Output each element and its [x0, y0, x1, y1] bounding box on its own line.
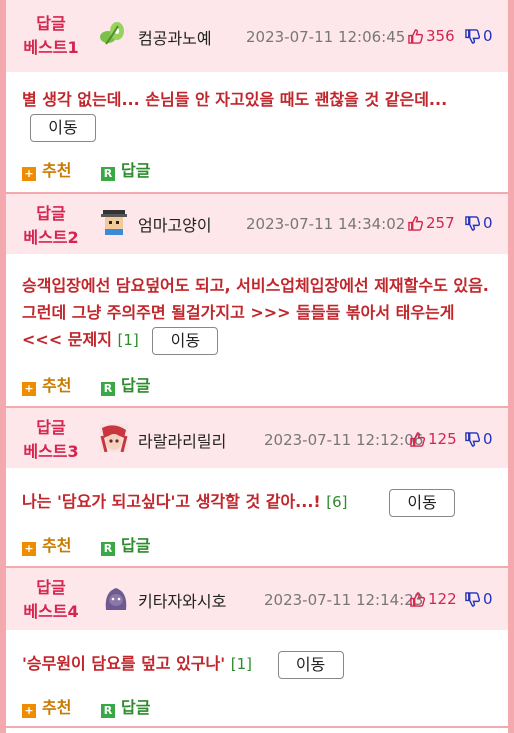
- thumbs-up-icon: [408, 216, 423, 231]
- comment-actions: + 추천 R 답글: [22, 157, 150, 181]
- upvote-count: 356: [426, 27, 455, 45]
- plus-icon: +: [22, 382, 36, 396]
- move-button[interactable]: 이동: [30, 113, 96, 142]
- nickname[interactable]: 키타자와시호: [138, 588, 226, 612]
- timestamp: 2023-07-11 14:34:02: [246, 215, 406, 233]
- downvote-button[interactable]: 0: [465, 214, 493, 232]
- thumbs-down-icon: [465, 592, 480, 607]
- comment-body: '승무원이 담요를 덮고 있구나' [1] 이동: [22, 650, 498, 679]
- timestamp: 2023-07-11 12:06:45: [246, 28, 406, 46]
- upvote-count: 125: [428, 430, 457, 448]
- thumbs-down-icon: [465, 29, 480, 44]
- downvote-count: 0: [483, 214, 493, 232]
- downvote-button[interactable]: 0: [465, 27, 493, 45]
- best-label: 답글 베스트1: [23, 14, 79, 57]
- card-divider: [6, 726, 508, 728]
- best-comment-card: 답글 베스트3 라랄라리릴리 2023-07-11 12:12:06 125 0…: [6, 408, 508, 566]
- best-comment-card: 답글 베스트4 키타자와시호 2023-07-11 12:14:23 122 0…: [6, 568, 508, 726]
- reply-button[interactable]: R 답글: [101, 536, 150, 556]
- reply-button[interactable]: R 답글: [101, 161, 150, 181]
- reply-r-icon: R: [101, 704, 116, 718]
- recommend-button[interactable]: + 추천: [22, 536, 71, 556]
- downvote-count: 0: [483, 430, 493, 448]
- comment-header: 답글 베스트2 엄마고양이 2023-07-11 14:34:02 257 0: [6, 194, 508, 254]
- reply-button[interactable]: R 답글: [101, 698, 150, 718]
- best-label: 답글 베스트3: [23, 418, 79, 461]
- move-button[interactable]: 이동: [277, 650, 344, 679]
- upvote-button[interactable]: 125: [410, 430, 457, 448]
- timestamp: 2023-07-11 12:12:06: [264, 431, 424, 449]
- anime-character-avatar-icon: [100, 424, 128, 452]
- downvote-count: 0: [483, 27, 493, 45]
- reply-r-icon: R: [101, 167, 116, 181]
- comment-header: 답글 베스트4 키타자와시호 2023-07-11 12:14:23 122 0: [6, 568, 508, 630]
- thumbs-up-icon: [408, 29, 423, 44]
- reply-count: [1]: [117, 331, 139, 349]
- comment-actions: + 추천 R 답글: [22, 532, 150, 556]
- plus-icon: +: [22, 167, 36, 181]
- reply-button[interactable]: R 답글: [101, 376, 150, 396]
- recommend-button[interactable]: + 추천: [22, 376, 71, 396]
- recommend-button[interactable]: + 추천: [22, 698, 71, 718]
- upvote-button[interactable]: 122: [410, 590, 457, 608]
- best-comment-card: 답글 베스트1 컴공과노예 2023-07-11 12:06:45 356 0 …: [6, 0, 508, 192]
- plus-icon: +: [22, 704, 36, 718]
- comment-actions: + 추천 R 답글: [22, 372, 150, 396]
- comment-header: 답글 베스트1 컴공과노예 2023-07-11 12:06:45 356 0: [6, 0, 508, 72]
- downvote-button[interactable]: 0: [465, 590, 493, 608]
- comment-body: 별 생각 없는데... 손님들 안 자고있을 때도 괜찮을 것 같은데... 이…: [22, 86, 498, 142]
- reply-r-icon: R: [101, 382, 116, 396]
- best-comment-card: 답글 베스트2 엄마고양이 2023-07-11 14:34:02 257 0 …: [6, 194, 508, 406]
- comment-text: 승객입장에선 담요덮어도 되고, 서비스업체입장에선 제재할수도 있음. 그런데…: [22, 276, 489, 349]
- thumbs-up-icon: [410, 592, 425, 607]
- recommend-button[interactable]: + 추천: [22, 161, 71, 181]
- thumbs-down-icon: [465, 432, 480, 447]
- reply-count: [6]: [326, 493, 348, 511]
- upvote-count: 122: [428, 590, 457, 608]
- comment-text: 별 생각 없는데... 손님들 안 자고있을 때도 괜찮을 것 같은데...: [22, 90, 448, 109]
- thumbs-down-icon: [465, 216, 480, 231]
- comment-actions: + 추천 R 답글: [22, 694, 150, 718]
- nickname[interactable]: 컴공과노예: [138, 25, 212, 49]
- purple-hooded-avatar-icon: [105, 588, 127, 610]
- move-button[interactable]: 이동: [389, 488, 456, 517]
- timestamp: 2023-07-11 12:14:23: [264, 591, 424, 609]
- downvote-count: 0: [483, 590, 493, 608]
- comment-text: '승무원이 담요를 덮고 있구나': [22, 654, 226, 673]
- best-label: 답글 베스트4: [23, 578, 79, 621]
- best-label: 답글 베스트2: [23, 204, 79, 247]
- comment-text: 나는 '담요가 되고싶다'고 생각할 것 같아...!: [22, 492, 321, 511]
- nickname[interactable]: 라랄라리릴리: [138, 428, 226, 452]
- thumbs-up-icon: [410, 432, 425, 447]
- sprout-avatar-icon: [100, 22, 124, 45]
- comment-body: 나는 '담요가 되고싶다'고 생각할 것 같아...! [6] 이동: [22, 488, 498, 517]
- upvote-button[interactable]: 257: [408, 214, 455, 232]
- best-comments-list: 답글 베스트1 컴공과노예 2023-07-11 12:06:45 356 0 …: [6, 0, 508, 733]
- plus-icon: +: [22, 542, 36, 556]
- nickname[interactable]: 엄마고양이: [138, 212, 212, 236]
- comment-header: 답글 베스트3 라랄라리릴리 2023-07-11 12:12:06 125 0: [6, 408, 508, 468]
- comment-body: 승객입장에선 담요덮어도 되고, 서비스업체입장에선 제재할수도 있음. 그런데…: [22, 272, 498, 355]
- pixel-character-avatar-icon: [101, 210, 127, 235]
- downvote-button[interactable]: 0: [465, 430, 493, 448]
- upvote-button[interactable]: 356: [408, 27, 455, 45]
- upvote-count: 257: [426, 214, 455, 232]
- reply-r-icon: R: [101, 542, 116, 556]
- reply-count: [1]: [230, 655, 252, 673]
- move-button[interactable]: 이동: [152, 326, 219, 355]
